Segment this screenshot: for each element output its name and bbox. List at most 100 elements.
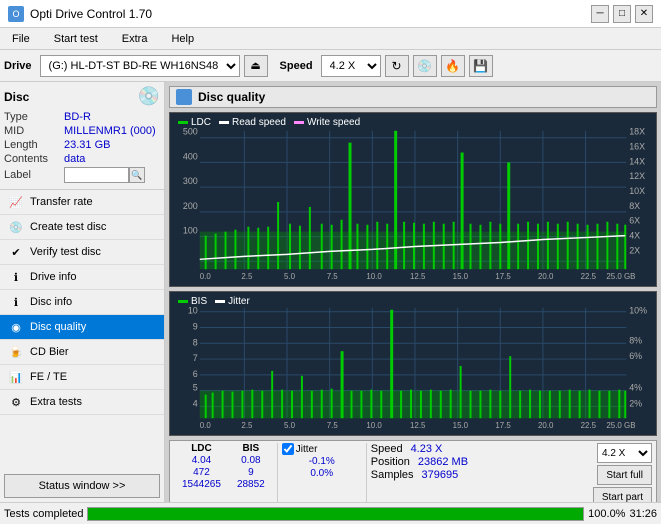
jitter-label: Jitter [296, 444, 318, 455]
disc-title: Disc [4, 90, 29, 104]
time-text: 31:26 [629, 508, 657, 520]
svg-text:7.5: 7.5 [327, 421, 339, 430]
sidebar-item-create-test-disc[interactable]: 💿 Create test disc [0, 215, 164, 240]
bis-max: 9 [229, 467, 273, 478]
disc-info-label: Disc info [30, 296, 72, 308]
disc-length-value: 23.31 GB [64, 139, 110, 151]
extra-tests-icon: ⚙ [8, 394, 24, 410]
status-window-button[interactable]: Status window >> [4, 474, 160, 498]
jitter-checkbox[interactable] [282, 443, 294, 455]
speed-select-row: 4.2 X [597, 443, 652, 463]
title-bar-left: O Opti Drive Control 1.70 [8, 6, 152, 22]
create-test-disc-icon: 💿 [8, 219, 24, 235]
disc-panel: Disc 💿 Type BD-R MID MILLENMR1 (000) Len… [0, 82, 164, 190]
disc-mid-row: MID MILLENMR1 (000) [4, 125, 160, 137]
start-part-button[interactable]: Start part [593, 487, 652, 502]
read-speed-legend-label: Read speed [232, 117, 286, 128]
right-controls: 4.2 X Start full Start part [593, 443, 652, 502]
sidebar-item-disc-info[interactable]: ℹ Disc info [0, 290, 164, 315]
maximize-button[interactable]: □ [613, 5, 631, 23]
svg-text:12.5: 12.5 [410, 272, 426, 281]
eject-button[interactable]: ⏏ [244, 55, 268, 77]
title-bar-controls: ─ □ ✕ [591, 5, 653, 23]
sidebar-item-fe-te[interactable]: 📊 FE / TE [0, 365, 164, 390]
drive-label: Drive [4, 60, 32, 72]
svg-text:10: 10 [188, 306, 198, 316]
progress-bar [87, 507, 584, 521]
svg-text:8%: 8% [629, 335, 642, 345]
disc-button[interactable]: 💿 [413, 55, 437, 77]
extra-tests-label: Extra tests [30, 396, 82, 408]
svg-text:7: 7 [193, 353, 198, 363]
ldc-legend-label: LDC [191, 117, 211, 128]
drive-select[interactable]: (G:) HL-DT-ST BD-RE WH16NS48 1.D3 [40, 55, 240, 77]
refresh-button[interactable]: ↻ [385, 55, 409, 77]
speed-label: Speed [280, 60, 313, 72]
position-row: Position 23862 MB [371, 456, 471, 468]
speed-key: Speed [371, 443, 403, 455]
disc-length-key: Length [4, 139, 64, 151]
bis-legend-dot [178, 300, 188, 303]
speed-value: 4.23 X [411, 443, 443, 455]
menu-extra[interactable]: Extra [114, 31, 156, 47]
jitter-legend-label: Jitter [228, 296, 250, 307]
create-test-disc-label: Create test disc [30, 221, 106, 233]
sidebar-item-disc-quality[interactable]: ◉ Disc quality [0, 315, 164, 340]
svg-text:12X: 12X [629, 171, 645, 181]
disc-mid-value: MILLENMR1 (000) [64, 125, 156, 137]
svg-text:7.5: 7.5 [327, 272, 339, 281]
disc-contents-value: data [64, 153, 85, 165]
samples-value: 379695 [422, 469, 459, 481]
menu-file[interactable]: File [4, 31, 38, 47]
sidebar-item-cd-bier[interactable]: 🍺 CD Bier [0, 340, 164, 365]
status-text: Tests completed [4, 508, 83, 520]
bis-col: BIS 0.08 9 28852 [229, 443, 273, 502]
bottom-chart-svg: 10 9 8 7 6 5 4 10% 8% 6% 4% 2% [170, 292, 656, 435]
app-icon: O [8, 6, 24, 22]
disc-label-browse-button[interactable]: 🔍 [129, 167, 145, 183]
speed-select[interactable]: 4.2 X [321, 55, 381, 77]
svg-text:22.5: 22.5 [581, 421, 597, 430]
svg-text:5.0: 5.0 [284, 421, 296, 430]
progress-percent: 100.0% [588, 508, 625, 520]
legend-jitter: Jitter [215, 296, 250, 307]
bottom-chart-legend: BIS Jitter [178, 296, 250, 307]
disc-mid-key: MID [4, 125, 64, 137]
svg-text:2.5: 2.5 [241, 421, 253, 430]
ldc-legend-dot [178, 121, 188, 124]
svg-text:18X: 18X [629, 127, 645, 137]
disc-length-row: Length 23.31 GB [4, 139, 160, 151]
svg-text:20.0: 20.0 [538, 421, 554, 430]
speed-select-small[interactable]: 4.2 X [597, 443, 652, 463]
svg-text:300: 300 [183, 176, 198, 186]
top-chart-legend: LDC Read speed Write speed [178, 117, 360, 128]
save-button[interactable]: 💾 [469, 55, 493, 77]
read-speed-legend-dot [219, 121, 229, 124]
burn-button[interactable]: 🔥 [441, 55, 465, 77]
ldc-max: 472 [174, 467, 229, 478]
bis-total: 28852 [229, 479, 273, 490]
disc-label-key: Label [4, 169, 64, 181]
svg-text:6%: 6% [629, 351, 642, 361]
svg-text:10.0: 10.0 [366, 421, 382, 430]
disc-label-input[interactable] [64, 167, 129, 183]
write-speed-legend-label: Write speed [307, 117, 360, 128]
svg-text:8X: 8X [629, 201, 640, 211]
ldc-avg: 4.04 [174, 455, 229, 466]
svg-text:500: 500 [183, 127, 198, 137]
menu-help[interactable]: Help [163, 31, 202, 47]
top-chart: LDC Read speed Write speed [169, 112, 657, 287]
verify-test-disc-label: Verify test disc [30, 246, 101, 258]
sidebar-item-transfer-rate[interactable]: 📈 Transfer rate [0, 190, 164, 215]
sidebar-item-extra-tests[interactable]: ⚙ Extra tests [0, 390, 164, 415]
sidebar-item-verify-test-disc[interactable]: ✔ Verify test disc [0, 240, 164, 265]
start-full-button[interactable]: Start full [597, 465, 652, 485]
svg-text:6: 6 [193, 369, 198, 379]
sidebar-item-drive-info[interactable]: ℹ Drive info [0, 265, 164, 290]
content-title: Disc quality [198, 90, 265, 104]
svg-text:4%: 4% [629, 383, 642, 393]
menu-start-test[interactable]: Start test [46, 31, 106, 47]
minimize-button[interactable]: ─ [591, 5, 609, 23]
disc-contents-key: Contents [4, 153, 64, 165]
close-button[interactable]: ✕ [635, 5, 653, 23]
